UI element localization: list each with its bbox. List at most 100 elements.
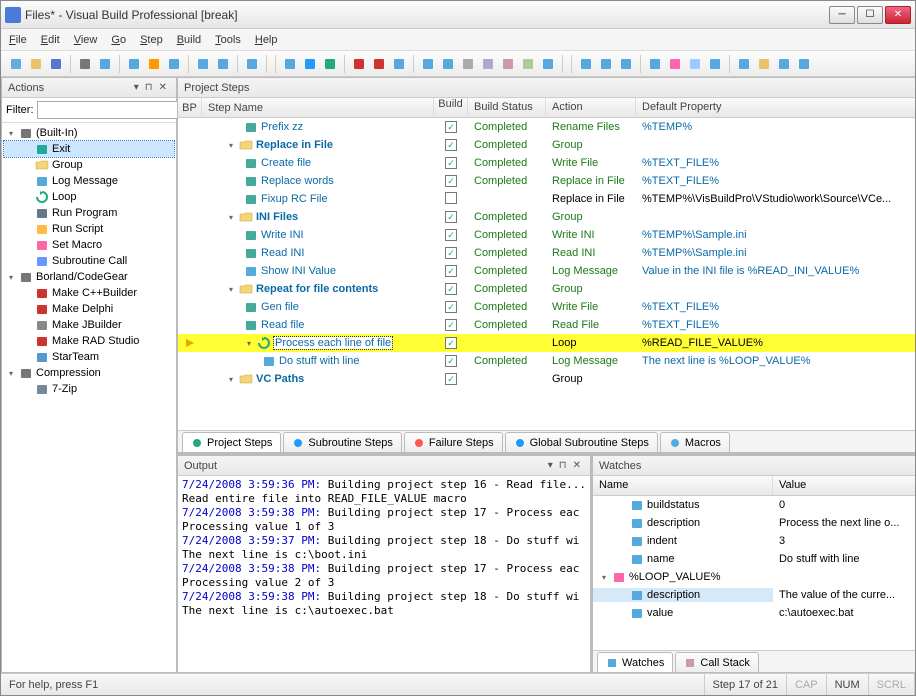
toolbar-f-button[interactable] bbox=[519, 55, 537, 73]
action-group[interactable]: Group bbox=[4, 157, 174, 173]
action-loop[interactable]: Loop bbox=[4, 189, 174, 205]
toolbar-d-button[interactable] bbox=[479, 55, 497, 73]
step-row[interactable]: Read file✓CompletedRead File%TEXT_FILE% bbox=[178, 316, 915, 334]
toolbar-pause-button[interactable] bbox=[301, 55, 319, 73]
action-run-program[interactable]: Run Program bbox=[4, 205, 174, 221]
toolbar-k-button[interactable] bbox=[646, 55, 664, 73]
menu-edit[interactable]: Edit bbox=[41, 34, 60, 46]
toolbar-q-button[interactable] bbox=[775, 55, 793, 73]
build-checkbox[interactable]: ✓ bbox=[445, 211, 457, 223]
tab-watches[interactable]: Watches bbox=[597, 652, 673, 672]
action-log-message[interactable]: Log Message bbox=[4, 173, 174, 189]
panel-menu-icon[interactable]: ▾ bbox=[131, 82, 142, 93]
toolbar-e-button[interactable] bbox=[499, 55, 517, 73]
menu-view[interactable]: View bbox=[74, 34, 98, 46]
step-row[interactable]: Prefix zz✓CompletedRename Files%TEMP% bbox=[178, 118, 915, 136]
close-button[interactable]: ✕ bbox=[885, 6, 911, 24]
toolbar-r-button[interactable] bbox=[795, 55, 813, 73]
toolbar-h-button[interactable] bbox=[577, 55, 595, 73]
tab-macros[interactable]: Macros bbox=[660, 432, 730, 452]
tab-failure-steps[interactable]: Failure Steps bbox=[404, 432, 503, 452]
toolbar-new-button[interactable] bbox=[7, 55, 25, 73]
action-7-zip[interactable]: 7-Zip bbox=[4, 381, 174, 397]
toolbar-copy-button[interactable] bbox=[145, 55, 163, 73]
step-row[interactable]: ▾Replace in File✓CompletedGroup bbox=[178, 136, 915, 154]
toolbar-help-button[interactable] bbox=[243, 55, 261, 73]
toolbar-p-button[interactable] bbox=[755, 55, 773, 73]
toolbar-undo-button[interactable] bbox=[194, 55, 212, 73]
step-row[interactable]: ▾Process each line of file✓Loop%READ_FIL… bbox=[178, 334, 915, 352]
action-borland-codegear[interactable]: ▾Borland/CodeGear bbox=[4, 269, 174, 285]
menu-step[interactable]: Step bbox=[140, 34, 163, 46]
build-checkbox[interactable]: ✓ bbox=[445, 301, 457, 313]
actions-tree[interactable]: ▾(Built-In)ExitGroupLog MessageLoopRun P… bbox=[2, 123, 176, 672]
filter-input[interactable] bbox=[37, 101, 187, 119]
build-checkbox[interactable]: ✓ bbox=[445, 157, 457, 169]
watch-row[interactable]: indent3 bbox=[593, 532, 915, 550]
step-row[interactable]: Create file✓CompletedWrite File%TEXT_FIL… bbox=[178, 154, 915, 172]
build-checkbox[interactable]: ✓ bbox=[445, 319, 457, 331]
step-row[interactable]: Write INI✓CompletedWrite INI%TEMP%\Sampl… bbox=[178, 226, 915, 244]
toolbar-i-button[interactable] bbox=[597, 55, 615, 73]
action-exit[interactable]: Exit bbox=[4, 141, 174, 157]
step-row[interactable]: ▾INI Files✓CompletedGroup bbox=[178, 208, 915, 226]
step-row[interactable]: ▾VC Paths✓Group bbox=[178, 370, 915, 388]
action-make-delphi[interactable]: Make Delphi bbox=[4, 301, 174, 317]
panel-close-icon[interactable]: ✕ bbox=[570, 460, 584, 471]
panel-pin-icon[interactable]: ⊓ bbox=[142, 82, 156, 93]
steps-grid[interactable]: Prefix zz✓CompletedRename Files%TEMP%▾Re… bbox=[178, 118, 915, 430]
watch-row[interactable]: buildstatus0 bbox=[593, 496, 915, 514]
toolbar-paste-button[interactable] bbox=[165, 55, 183, 73]
menu-help[interactable]: Help bbox=[255, 34, 278, 46]
step-row[interactable]: Replace words✓CompletedReplace in File%T… bbox=[178, 172, 915, 190]
watch-row[interactable]: descriptionThe value of the curre... bbox=[593, 586, 915, 604]
toolbar-o-button[interactable] bbox=[735, 55, 753, 73]
step-row[interactable]: Read INI✓CompletedRead INI%TEMP%\Sample.… bbox=[178, 244, 915, 262]
build-checkbox[interactable]: ✓ bbox=[445, 175, 457, 187]
action--built-in-[interactable]: ▾(Built-In) bbox=[4, 125, 174, 141]
action-make-rad-studio[interactable]: Make RAD Studio bbox=[4, 333, 174, 349]
toolbar-redo-button[interactable] bbox=[214, 55, 232, 73]
action-run-script[interactable]: Run Script bbox=[4, 221, 174, 237]
build-checkbox[interactable] bbox=[445, 192, 457, 204]
step-row[interactable]: Show INI Value✓CompletedLog MessageValue… bbox=[178, 262, 915, 280]
toolbar-step-in-button[interactable] bbox=[350, 55, 368, 73]
toolbar-l-button[interactable] bbox=[666, 55, 684, 73]
toolbar-j-button[interactable] bbox=[617, 55, 635, 73]
build-checkbox[interactable]: ✓ bbox=[445, 265, 457, 277]
menu-go[interactable]: Go bbox=[111, 34, 126, 46]
toolbar-a-button[interactable] bbox=[419, 55, 437, 73]
tab-global-subroutine-steps[interactable]: Global Subroutine Steps bbox=[505, 432, 658, 452]
build-checkbox[interactable]: ✓ bbox=[445, 337, 457, 349]
action-subroutine-call[interactable]: Subroutine Call bbox=[4, 253, 174, 269]
panel-menu-icon[interactable]: ▾ bbox=[545, 460, 556, 471]
tab-subroutine-steps[interactable]: Subroutine Steps bbox=[283, 432, 401, 452]
toolbar-m-button[interactable] bbox=[686, 55, 704, 73]
action-make-c-builder[interactable]: Make C++Builder bbox=[4, 285, 174, 301]
watch-row[interactable]: nameDo stuff with line bbox=[593, 550, 915, 568]
build-checkbox[interactable]: ✓ bbox=[445, 355, 457, 367]
toolbar-step-out-button[interactable] bbox=[390, 55, 408, 73]
step-row[interactable]: ▾Repeat for file contents✓CompletedGroup bbox=[178, 280, 915, 298]
watch-row[interactable]: valuec:\autoexec.bat bbox=[593, 604, 915, 622]
step-row[interactable]: Gen file✓CompletedWrite File%TEXT_FILE% bbox=[178, 298, 915, 316]
build-checkbox[interactable]: ✓ bbox=[445, 121, 457, 133]
action-set-macro[interactable]: Set Macro bbox=[4, 237, 174, 253]
toolbar-preview-button[interactable] bbox=[96, 55, 114, 73]
toolbar-stop-button[interactable] bbox=[321, 55, 339, 73]
step-row[interactable]: Do stuff with line✓CompletedLog MessageT… bbox=[178, 352, 915, 370]
watch-row[interactable]: ▾%LOOP_VALUE% bbox=[593, 568, 915, 586]
toolbar-open-button[interactable] bbox=[27, 55, 45, 73]
toolbar-g-button[interactable] bbox=[539, 55, 557, 73]
watch-row[interactable]: descriptionProcess the next line o... bbox=[593, 514, 915, 532]
toolbar-n-button[interactable] bbox=[706, 55, 724, 73]
action-compression[interactable]: ▾Compression bbox=[4, 365, 174, 381]
build-checkbox[interactable]: ✓ bbox=[445, 247, 457, 259]
menu-file[interactable]: File bbox=[9, 34, 27, 46]
menu-tools[interactable]: Tools bbox=[215, 34, 241, 46]
maximize-button[interactable]: ☐ bbox=[857, 6, 883, 24]
build-checkbox[interactable]: ✓ bbox=[445, 229, 457, 241]
build-checkbox[interactable]: ✓ bbox=[445, 373, 457, 385]
tab-project-steps[interactable]: Project Steps bbox=[182, 432, 281, 452]
menu-build[interactable]: Build bbox=[177, 34, 201, 46]
